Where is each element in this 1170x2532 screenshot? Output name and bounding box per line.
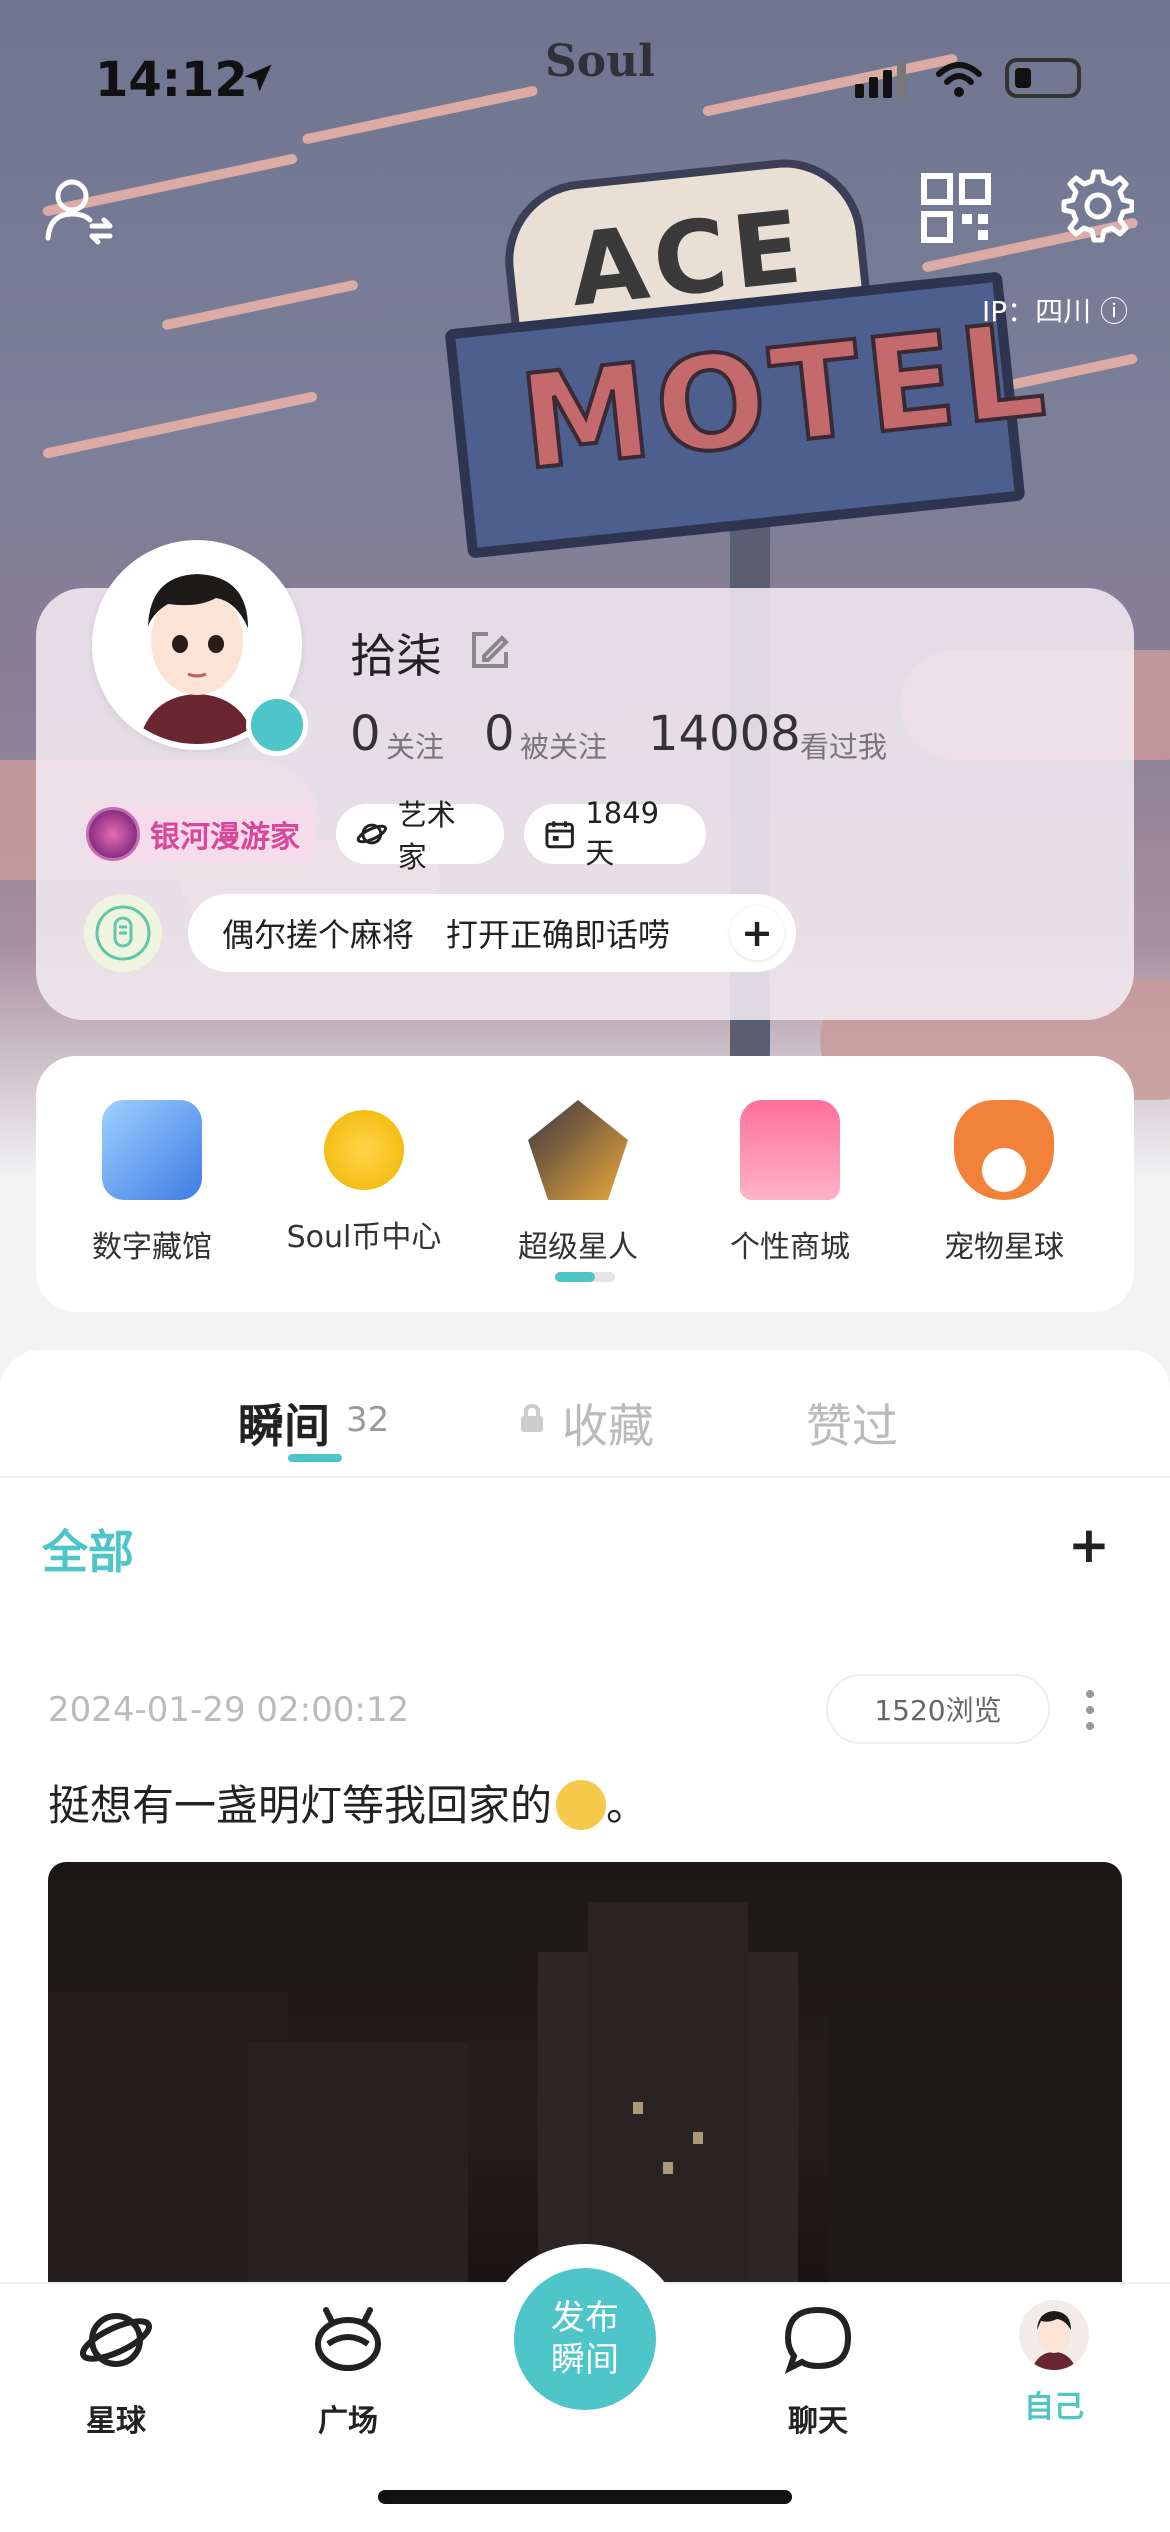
galaxy-wanderer-badge[interactable]: 银河漫游家	[86, 806, 316, 862]
home-indicator	[378, 2490, 792, 2504]
post-text-body: 挺想有一盏明灯等我回家的	[48, 1781, 553, 1830]
username: 拾柒	[350, 629, 442, 683]
publish-moment-button[interactable]: 发布 瞬间	[514, 2268, 656, 2410]
lock-icon	[521, 1403, 543, 1432]
feature-super-star[interactable]: 超级星人	[478, 1100, 678, 1266]
filter-all-button[interactable]: 全部	[42, 1516, 134, 1582]
nav-me[interactable]: 自己	[984, 2300, 1124, 2426]
tab-moments[interactable]: 瞬间	[238, 1390, 330, 1456]
publish-label: 发布 瞬间	[551, 2298, 619, 2380]
status-bar: 14:12 Soul	[0, 36, 1170, 120]
me-avatar-icon	[1019, 2300, 1089, 2370]
more-options-icon[interactable]	[1080, 1686, 1100, 1734]
feature-digital-collection[interactable]: 数字藏馆	[52, 1100, 252, 1266]
feature-pet-planet[interactable]: 宠物星球	[904, 1100, 1104, 1266]
followers-count[interactable]: 0	[484, 706, 515, 762]
chat-bubble-icon	[784, 2306, 852, 2374]
artist-badge-label: 艺术家	[397, 798, 456, 874]
wifi-icon	[936, 62, 982, 97]
signal-icon	[855, 62, 906, 98]
qr-code-icon[interactable]	[916, 168, 996, 248]
active-tab-indicator	[288, 1454, 342, 1462]
nav-chat[interactable]: 聊天	[748, 2300, 888, 2440]
followers-label[interactable]: 被关注	[520, 724, 607, 766]
battery-icon	[1005, 58, 1081, 98]
ip-location-label[interactable]: IP：四川 ⓘ	[982, 290, 1128, 330]
planet-icon	[79, 2313, 153, 2367]
bio-text: 偶尔搓个麻将 打开正确即话唠	[222, 916, 671, 954]
days-badge[interactable]: 1849天	[524, 796, 706, 870]
settings-gear-icon[interactable]	[1054, 166, 1134, 246]
status-time: 14:12	[95, 52, 248, 108]
super-star-icon	[528, 1100, 628, 1200]
feature-soul-coin-center[interactable]: Soul币中心	[264, 1100, 464, 1256]
artist-badge[interactable]: 艺术家	[336, 798, 504, 874]
following-label[interactable]: 关注	[386, 724, 444, 766]
sign-top-text: ACE	[564, 187, 813, 330]
galaxy-icon	[86, 807, 140, 861]
tabs-divider	[0, 1476, 1170, 1478]
post-photo[interactable]	[48, 1862, 1122, 2282]
bio-text-pill[interactable]: 偶尔搓个麻将 打开正确即话唠 +	[188, 894, 796, 972]
add-filter-button[interactable]: +	[1068, 1516, 1110, 1574]
edit-profile-icon[interactable]	[466, 628, 512, 674]
avatar-status-badge	[246, 694, 308, 756]
nav-square[interactable]: 广场	[278, 2300, 418, 2440]
calendar-icon	[545, 821, 574, 849]
visitors-count[interactable]: 14008	[648, 706, 801, 762]
square-icon	[315, 2307, 381, 2371]
soul-coin-icon	[324, 1110, 404, 1190]
visitors-label[interactable]: 看过我	[800, 724, 887, 766]
shop-icon	[740, 1100, 840, 1200]
days-badge-label: 1849天	[585, 796, 660, 870]
museum-icon	[102, 1100, 202, 1200]
post-text-suffix: 。	[606, 1781, 649, 1830]
voice-intro-icon[interactable]	[84, 894, 162, 972]
post-timestamp: 2024-01-29 02:00:12	[48, 1690, 410, 1730]
planet-ring-icon	[356, 823, 387, 845]
location-arrow-icon	[244, 64, 272, 92]
tired-face-emoji-icon	[556, 1779, 607, 1830]
tab-liked[interactable]: 赞过	[806, 1390, 898, 1456]
galaxy-badge-label: 银河漫游家	[150, 820, 300, 855]
tab-favorites[interactable]: 收藏	[562, 1390, 654, 1456]
feature-page-indicator	[555, 1272, 615, 1282]
nav-planet[interactable]: 星球	[46, 2300, 186, 2440]
switch-account-icon[interactable]	[40, 170, 120, 250]
moments-count: 32	[346, 1400, 390, 1440]
soul-logo: Soul	[545, 36, 655, 87]
following-count[interactable]: 0	[350, 706, 381, 762]
feature-personal-shop[interactable]: 个性商城	[690, 1100, 890, 1266]
pet-icon	[954, 1100, 1054, 1200]
post-views-badge[interactable]: 1520浏览	[826, 1674, 1050, 1744]
post-text: 挺想有一盏明灯等我回家的 。	[48, 1772, 648, 1834]
add-tag-button[interactable]: +	[730, 906, 784, 960]
